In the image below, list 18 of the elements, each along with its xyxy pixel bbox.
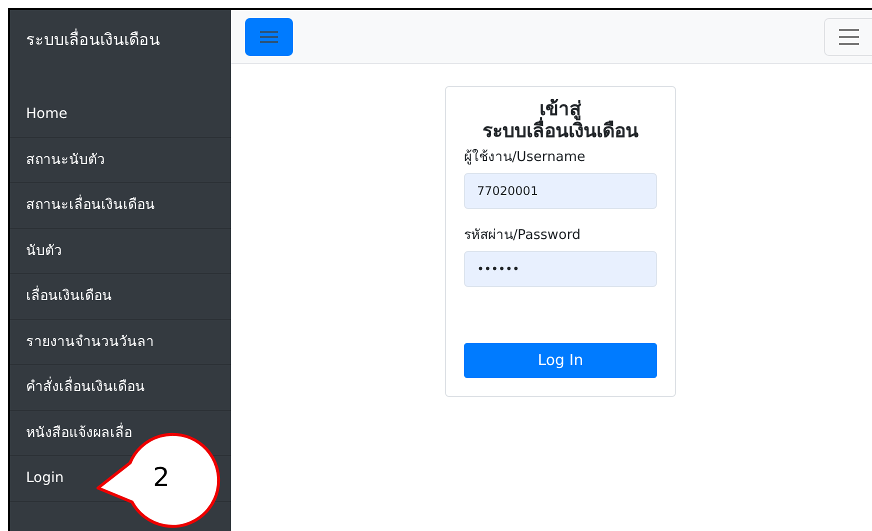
menu-icon	[838, 28, 860, 46]
sidebar-item[interactable]: คำสั่งเลื่อนเงินเดือน	[10, 365, 231, 410]
username-field[interactable]: 77020001	[464, 172, 657, 209]
sidebar-item[interactable]: สถานะเลื่อนเงินเดือน	[10, 183, 231, 228]
login-button[interactable]: Log In	[464, 343, 657, 378]
sidebar-title: ระบบเลื่อนเงินเดือน	[25, 28, 161, 51]
sidebar-item[interactable]: รายงานจำนวนวันลา	[10, 320, 231, 365]
sidebar-item[interactable]: นับตัว	[10, 228, 231, 274]
password-field[interactable]: ••••••	[464, 251, 657, 288]
callout-number: 2	[153, 462, 170, 495]
sidebar-item[interactable]: เลื่อนเงินเดือน	[10, 274, 231, 320]
sidebar-item[interactable]: Home	[10, 92, 231, 138]
menu-button[interactable]	[245, 18, 293, 56]
username-label: ผู้ใช้งาน/Username	[464, 148, 586, 167]
password-label: รหัสผ่าน/Password	[464, 226, 582, 245]
menu-icon	[259, 28, 279, 44]
menu-button[interactable]	[824, 18, 872, 56]
sidebar-item[interactable]: สถานะนับตัว	[10, 138, 231, 183]
